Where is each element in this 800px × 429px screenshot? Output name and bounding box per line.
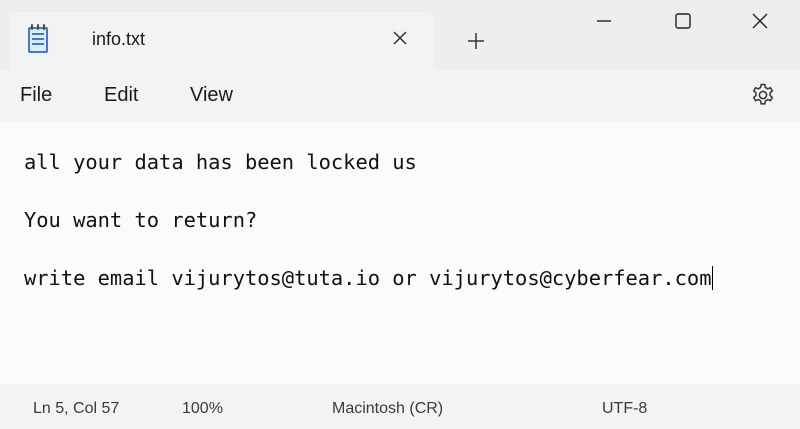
title-bar: info.txt: [0, 0, 800, 70]
notepad-window: info.txt File Edit View all your data ha…: [0, 0, 800, 429]
menu-file[interactable]: File: [20, 84, 52, 107]
notepad-icon: [27, 24, 49, 54]
document-line: all your data has been locked us: [24, 150, 417, 174]
menu-edit[interactable]: Edit: [104, 84, 138, 107]
new-tab-plus-icon[interactable]: [461, 26, 491, 56]
tab-title: info.txt: [92, 29, 146, 49]
minimize-icon[interactable]: [584, 4, 624, 38]
document-line-text: You want to return?: [24, 208, 258, 232]
status-bar: Ln 5, Col 57 100% Macintosh (CR) UTF-8: [0, 384, 800, 429]
tab-close-icon[interactable]: [386, 24, 414, 52]
tab-info-txt[interactable]: info.txt: [10, 12, 435, 70]
encoding: UTF-8: [602, 400, 648, 417]
zoom-level: 100%: [182, 400, 223, 417]
maximize-icon[interactable]: [663, 4, 703, 38]
window-close-icon[interactable]: [740, 4, 780, 38]
document-line: You want to return?: [24, 208, 257, 232]
text-editor[interactable]: all your data has been locked us You wan…: [0, 122, 800, 384]
cursor-position: Ln 5, Col 57: [33, 400, 120, 417]
menu-view[interactable]: View: [190, 84, 233, 107]
line-ending: Macintosh (CR): [332, 400, 444, 417]
document-line: write email vijurytos@tuta.io or vijuryt…: [24, 266, 714, 290]
gear-icon[interactable]: [748, 80, 778, 110]
menu-bar: File Edit View: [0, 70, 800, 122]
document-line-text: all your data has been locked us: [24, 150, 417, 174]
document-line-text: write email vijurytos@tuta.io or vijuryt…: [24, 266, 712, 290]
text-caret: [712, 266, 714, 290]
